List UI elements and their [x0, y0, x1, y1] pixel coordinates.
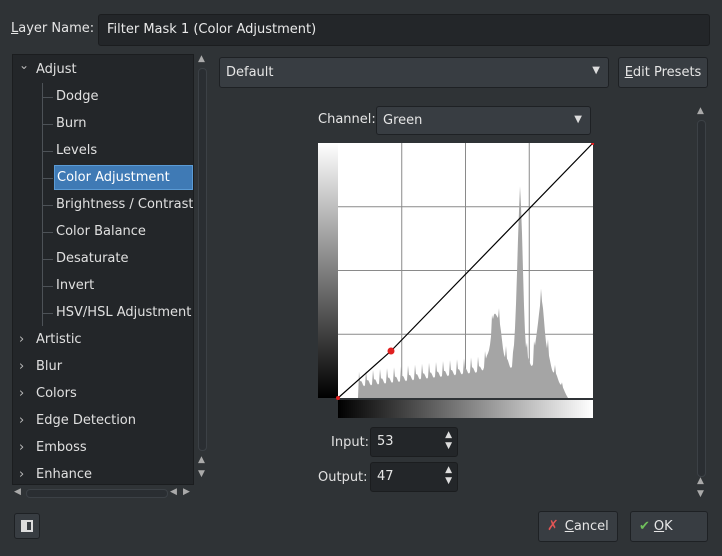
chevron-right-icon[interactable]: ›	[19, 435, 29, 460]
tree-guide-line	[42, 259, 53, 260]
tree-guide-line	[42, 232, 53, 233]
layer-name-label: Layer Name:	[11, 21, 95, 36]
color-adjustment-dialog: Layer Name: Filter Mask 1 (Color Adjustm…	[0, 0, 722, 556]
scroll-up-arrow-icon[interactable]: ▲	[697, 106, 704, 116]
tree-item-colors[interactable]: › Colors	[13, 381, 77, 406]
edit-presets-button[interactable]: Edit Presets	[618, 57, 708, 88]
tree-item-label: Brightness / Contrast	[56, 197, 194, 212]
input-label: Input:	[331, 435, 370, 450]
filter-tree[interactable]: ⌄ Adjust Dodge Burn Levels Color Adjustment Br…	[12, 54, 194, 485]
tree-item-emboss[interactable]: › Emboss	[13, 435, 87, 460]
tree-item-enhance[interactable]: › Enhance	[13, 462, 93, 484]
channel-label: Channel:	[318, 112, 376, 127]
sidebar-toggle-icon	[21, 520, 33, 532]
chevron-down-icon: ▼	[574, 114, 582, 125]
scroll-up-arrow-icon[interactable]: ▲	[697, 476, 704, 486]
tree-guide-line	[42, 286, 53, 287]
input-value: 53	[377, 434, 394, 449]
output-spinbox[interactable]: 47 ▲ ▼	[370, 462, 458, 492]
ok-button[interactable]: ✔ OK	[630, 511, 708, 542]
tree-item-label: Edge Detection	[36, 413, 137, 428]
tree-item-levels[interactable]: Levels	[54, 138, 97, 163]
scroll-down-arrow-icon[interactable]: ▼	[198, 469, 205, 479]
layer-name-input[interactable]: Filter Mask 1 (Color Adjustment)	[98, 14, 710, 46]
scroll-up-arrow-icon[interactable]: ▲	[198, 54, 205, 64]
tree-item-label: Colors	[36, 386, 77, 401]
tree-item-adjust[interactable]: ⌄ Adjust	[13, 57, 77, 82]
tree-item-label: Color Adjustment	[57, 170, 170, 185]
input-spinbox[interactable]: 53 ▲ ▼	[370, 427, 458, 457]
settings-vscrollbar[interactable]: ▲ ▲ ▼	[695, 106, 709, 501]
curve-canvas[interactable]	[318, 141, 595, 419]
tree-item-blur[interactable]: › Blur	[13, 354, 62, 379]
scroll-track[interactable]	[26, 489, 168, 498]
vertical-gradient-bar	[318, 143, 338, 398]
tree-guide-line	[42, 97, 53, 98]
channel-select[interactable]: Green ▼	[376, 106, 591, 135]
scroll-left-arrow-icon[interactable]: ◀	[14, 487, 21, 497]
preset-value: Default	[226, 65, 274, 80]
stepper-arrows-icon[interactable]: ▲ ▼	[445, 465, 452, 487]
tree-item-label: Artistic	[36, 332, 82, 347]
tree-item-label: Invert	[56, 278, 95, 293]
tree-item-label: Dodge	[56, 89, 99, 104]
tree-guide-line	[42, 124, 53, 125]
chevron-right-icon[interactable]: ›	[19, 381, 29, 406]
tree-item-brightness-contrast[interactable]: Brightness / Contrast	[54, 192, 193, 217]
tree-item-label: Color Balance	[56, 224, 146, 239]
scroll-track[interactable]	[198, 68, 207, 451]
scroll-left-arrow-icon[interactable]: ◀	[170, 487, 177, 497]
tree-item-edge-detection[interactable]: › Edge Detection	[13, 408, 136, 433]
tree-item-label: Enhance	[36, 467, 93, 482]
cancel-icon: ✗	[547, 518, 559, 534]
curve-control-point[interactable]	[387, 347, 395, 355]
tree-item-label: Blur	[36, 359, 63, 374]
output-label: Output:	[318, 470, 368, 485]
tree-item-label: HSV/HSL Adjustment	[56, 305, 192, 320]
tree-item-color-balance[interactable]: Color Balance	[54, 219, 146, 244]
tree-item-artistic[interactable]: › Artistic	[13, 327, 82, 352]
curve-control-point[interactable]	[336, 396, 340, 400]
tree-item-label: Burn	[56, 116, 87, 131]
tree-item-invert[interactable]: Invert	[54, 273, 94, 298]
output-value: 47	[377, 469, 394, 484]
scroll-track[interactable]	[697, 120, 706, 477]
ok-check-icon: ✔	[639, 519, 650, 534]
channel-value: Green	[383, 113, 423, 128]
stepper-arrows-icon[interactable]: ▲ ▼	[445, 430, 452, 452]
horizontal-gradient-bar	[338, 400, 593, 418]
toggle-panel-button[interactable]	[14, 513, 40, 539]
tree-guide-line	[42, 313, 53, 314]
tree-guide-line	[42, 178, 53, 179]
scroll-down-arrow-icon[interactable]: ▼	[697, 489, 704, 499]
chevron-down-icon[interactable]: ⌄	[19, 55, 29, 78]
tree-item-burn[interactable]: Burn	[54, 111, 87, 136]
chevron-down-icon: ▼	[592, 65, 600, 76]
tree-item-dodge[interactable]: Dodge	[54, 84, 98, 109]
tree-item-hsv-hsl-adjustment[interactable]: HSV/HSL Adjustment	[54, 300, 191, 325]
scroll-up-arrow-icon[interactable]: ▲	[198, 455, 205, 465]
chevron-right-icon[interactable]: ›	[19, 354, 29, 379]
filter-tree-hscrollbar[interactable]: ◀ ◀ ▶	[12, 486, 194, 500]
preset-select[interactable]: Default ▼	[219, 57, 609, 88]
chevron-right-icon[interactable]: ›	[19, 462, 29, 484]
tree-item-label: Emboss	[36, 440, 87, 455]
tree-item-label: Desaturate	[56, 251, 129, 266]
curve-editor[interactable]	[318, 141, 595, 419]
tree-guide-line	[42, 205, 53, 206]
tree-guide-line	[42, 151, 53, 152]
tree-item-label: Adjust	[36, 62, 77, 77]
cancel-button[interactable]: ✗ Cancel	[538, 511, 618, 542]
chevron-right-icon[interactable]: ›	[19, 327, 29, 352]
tree-item-color-adjustment[interactable]: Color Adjustment	[54, 165, 193, 190]
filter-tree-vscrollbar[interactable]: ▲ ▲ ▼	[196, 54, 210, 485]
chevron-right-icon[interactable]: ›	[19, 408, 29, 433]
scroll-right-arrow-icon[interactable]: ▶	[183, 487, 190, 497]
tree-item-label: Levels	[56, 143, 98, 158]
tree-item-desaturate[interactable]: Desaturate	[54, 246, 129, 271]
